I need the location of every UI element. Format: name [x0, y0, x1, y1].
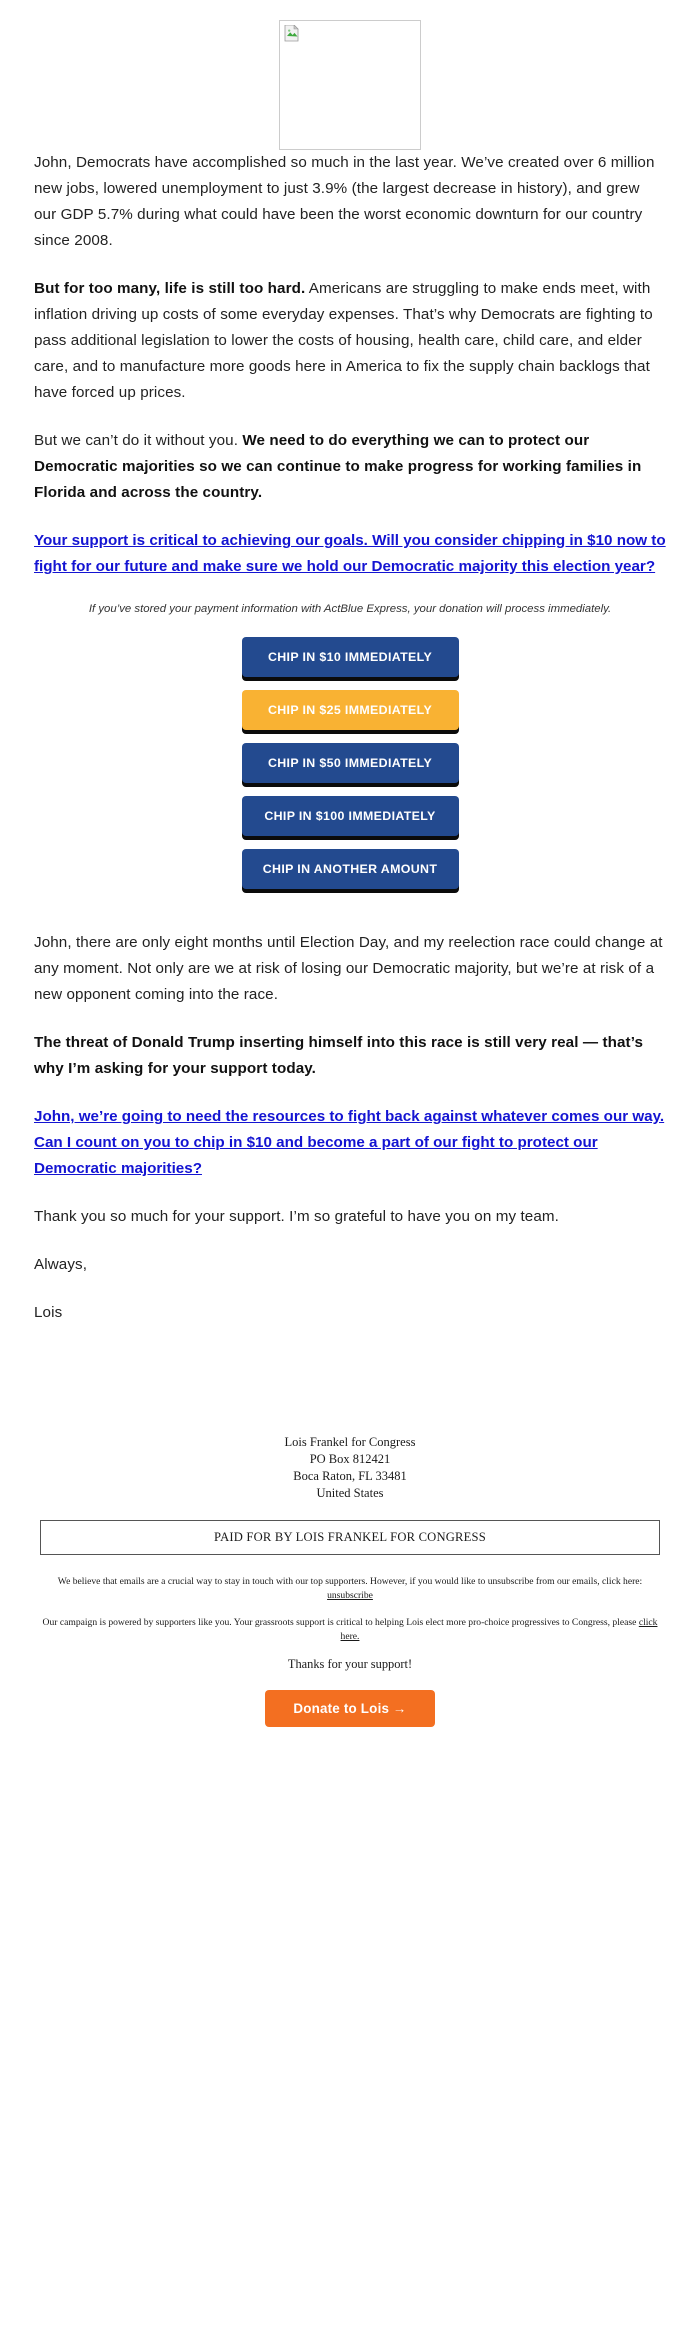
email-body: John, Democrats have accomplished so muc…: [0, 0, 700, 1753]
thanks-line: Thanks for your support!: [287, 1657, 413, 1671]
actblue-express-disclaimer: If you’ve stored your payment informatio…: [88, 603, 612, 615]
chip-in-10-link[interactable]: Your support is critical to achieving ou…: [34, 532, 666, 575]
donation-button-row-2: CHIP IN $25 IMMEDIATELY: [0, 690, 700, 730]
broken-image-placeholder-icon: [279, 20, 421, 150]
paragraph-support-link: Your support is critical to achieving ou…: [34, 528, 666, 580]
donation-button-row-4: CHIP IN $100 IMMEDIATELY: [0, 796, 700, 836]
donation-button-stack: CHIP IN $10 IMMEDIATELY CHIP IN $25 IMME…: [0, 637, 700, 930]
donate-to-lois-button[interactable]: Donate to Lois →: [265, 1690, 435, 1727]
broken-image-icon: [284, 25, 299, 42]
paragraph-election-day: John, there are only eight months until …: [34, 934, 663, 1003]
donation-button-row-5: CHIP IN ANOTHER AMOUNT: [0, 849, 700, 889]
footer-address-block: Lois Frankel for Congress PO Box 812421 …: [0, 1434, 700, 1502]
unsubscribe-note-text: We believe that emails are a crucial way…: [57, 1576, 643, 1587]
email-content-column: John, Democrats have accomplished so muc…: [0, 150, 700, 580]
paragraph-intro: John, Democrats have accomplished so muc…: [34, 154, 655, 249]
paragraph-too-hard-bold: But for too many, life is still too hard…: [34, 280, 306, 297]
paragraph-resources-link: John, we’re going to need the resources …: [34, 1104, 666, 1182]
chip-in-100-button[interactable]: CHIP IN $100 IMMEDIATELY: [241, 796, 459, 836]
paragraph-too-hard: But for too many, life is still too hard…: [34, 276, 666, 406]
chip-in-50-button[interactable]: CHIP IN $50 IMMEDIATELY: [241, 743, 459, 783]
chip-in-10-button[interactable]: CHIP IN $10 IMMEDIATELY: [241, 637, 459, 677]
footer-po-box: PO Box 812421: [309, 1452, 391, 1466]
hero-image-block: [0, 0, 700, 150]
donation-button-row-1: CHIP IN $10 IMMEDIATELY: [0, 637, 700, 677]
grassroots-note: Our campaign is powered by supporters li…: [34, 1616, 666, 1643]
paragraph-cant-do-it-lead: But we can’t do it without you.: [34, 432, 243, 449]
email-content-column-lower: John, there are only eight months until …: [0, 930, 700, 1326]
email-footer: Lois Frankel for Congress PO Box 812421 …: [0, 1434, 700, 1753]
paragraph-trump-threat-bold: The threat of Donald Trump inserting him…: [34, 1034, 644, 1077]
paragraph-too-hard-rest: Americans are struggling to make ends me…: [34, 280, 653, 401]
chip-in-25-button[interactable]: CHIP IN $25 IMMEDIATELY: [241, 690, 459, 730]
signoff-closing: Always,: [34, 1256, 88, 1273]
chip-in-10-link-second[interactable]: John, we’re going to need the resources …: [34, 1108, 664, 1177]
chip-in-another-amount-button[interactable]: CHIP IN ANOTHER AMOUNT: [241, 849, 459, 889]
footer-donate-row: Donate to Lois →: [0, 1690, 700, 1753]
footer-spacer: [0, 1348, 700, 1434]
footer-city-state-zip: Boca Raton, FL 33481: [293, 1469, 407, 1483]
paragraph-cant-do-it: But we can’t do it without you. We need …: [34, 428, 666, 506]
footer-country: United States: [316, 1486, 384, 1500]
grassroots-note-text: Our campaign is powered by supporters li…: [42, 1617, 639, 1628]
unsubscribe-note: We believe that emails are a crucial way…: [34, 1575, 666, 1602]
paragraph-trump-threat: The threat of Donald Trump inserting him…: [34, 1030, 666, 1082]
donation-button-row-3: CHIP IN $50 IMMEDIATELY: [0, 743, 700, 783]
unsubscribe-link[interactable]: unsubscribe: [327, 1590, 373, 1601]
paid-for-by-disclosure: PAID FOR BY LOIS FRANKEL FOR CONGRESS: [40, 1520, 660, 1555]
footer-org-name: Lois Frankel for Congress: [284, 1435, 416, 1449]
paragraph-thank-you: Thank you so much for your support. I’m …: [34, 1208, 559, 1225]
signoff-name: Lois: [34, 1304, 63, 1321]
